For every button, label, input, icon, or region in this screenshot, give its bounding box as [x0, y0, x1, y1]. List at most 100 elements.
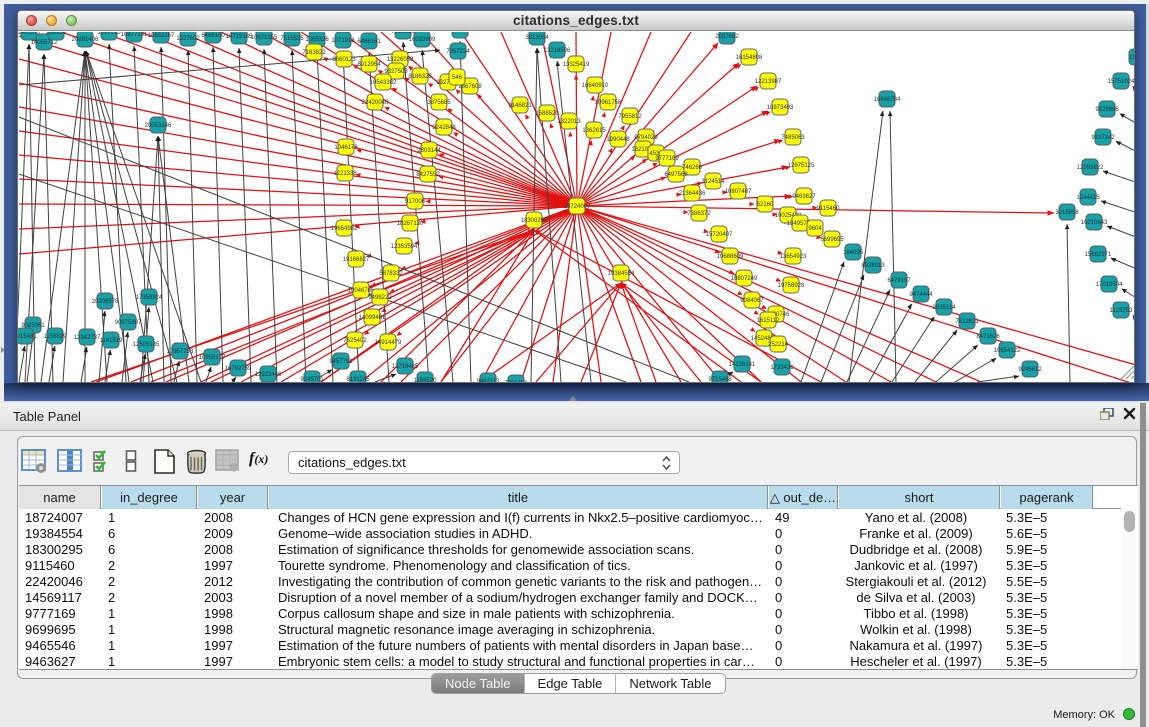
- svg-text:13654923: 13654923: [780, 254, 807, 260]
- svg-text:15720407: 15720407: [706, 232, 733, 238]
- svg-text:8938913: 8938913: [861, 263, 885, 269]
- svg-text:9227342: 9227342: [1091, 135, 1115, 141]
- svg-text:10973493: 10973493: [767, 105, 794, 111]
- svg-text:10977131: 10977131: [121, 32, 148, 38]
- svg-text:15751024: 15751024: [1108, 79, 1134, 85]
- svg-text:13226058: 13226058: [387, 57, 414, 63]
- svg-text:8131245: 8131245: [346, 377, 370, 382]
- svg-text:9462113: 9462113: [477, 379, 501, 382]
- svg-text:12093822: 12093822: [1077, 165, 1104, 171]
- svg-text:1221338: 1221338: [333, 171, 357, 177]
- svg-text:1046178: 1046178: [334, 145, 358, 151]
- svg-text:20053346: 20053346: [145, 123, 172, 129]
- svg-text:7386372: 7386372: [687, 211, 711, 217]
- svg-text:9084067: 9084067: [740, 298, 764, 304]
- svg-text:9498222: 9498222: [368, 295, 392, 301]
- svg-text:1128753: 1128753: [1110, 308, 1134, 314]
- svg-text:10958177: 10958177: [199, 355, 226, 361]
- svg-text:20891406: 20891406: [72, 37, 99, 43]
- svg-text:9777169: 9777169: [655, 156, 679, 162]
- svg-text:9329996: 9329996: [1095, 107, 1119, 113]
- svg-text:1733426: 1733426: [770, 365, 794, 371]
- svg-text:3813054: 3813054: [525, 35, 549, 41]
- svg-text:9715468: 9715468: [708, 377, 732, 382]
- svg-text:2087682: 2087682: [715, 34, 739, 40]
- svg-text:6466161: 6466161: [357, 39, 381, 45]
- svg-text:1141519: 1141519: [100, 338, 124, 344]
- svg-text:20206578: 20206578: [92, 299, 119, 305]
- svg-text:12213987: 12213987: [755, 79, 782, 85]
- svg-text:9115460: 9115460: [817, 206, 841, 212]
- svg-text:1244415: 1244415: [1076, 195, 1100, 201]
- svg-text:6699695: 6699695: [820, 237, 844, 243]
- svg-text:6497568: 6497568: [664, 172, 688, 178]
- svg-text:1327602: 1327602: [176, 36, 200, 42]
- svg-text:9242848: 9242848: [432, 125, 456, 131]
- svg-text:16640910: 16640910: [582, 83, 609, 89]
- svg-text:19756928: 19756928: [778, 283, 805, 289]
- svg-text:10653267: 10653267: [148, 33, 175, 39]
- svg-text:9457791: 9457791: [329, 359, 353, 365]
- svg-text:12342737: 12342737: [74, 335, 101, 341]
- svg-text:1032765: 1032765: [448, 32, 472, 34]
- svg-text:12505135: 12505135: [133, 342, 160, 348]
- svg-text:5878332: 5878332: [379, 271, 403, 277]
- svg-text:7632621: 7632621: [955, 319, 979, 325]
- svg-text:8912954: 8912954: [357, 62, 381, 68]
- svg-text:546: 546: [452, 75, 463, 81]
- svg-text:14099481: 14099481: [359, 315, 386, 321]
- svg-text:10671355: 10671355: [251, 35, 278, 41]
- svg-text:17359924: 17359924: [136, 295, 163, 301]
- svg-text:917006: 917006: [405, 199, 426, 205]
- svg-text:1184520: 1184520: [414, 378, 438, 382]
- svg-text:9474444: 9474444: [909, 292, 933, 298]
- svg-text:252214: 252214: [768, 342, 789, 348]
- svg-text:3215958: 3215958: [1055, 210, 1079, 216]
- svg-text:3875685: 3875685: [427, 100, 451, 106]
- svg-text:16033809: 16033809: [409, 37, 436, 43]
- svg-text:7781450: 7781450: [504, 381, 528, 382]
- svg-text:6479197: 6479197: [887, 278, 911, 284]
- svg-text:19166827: 19166827: [343, 257, 370, 263]
- svg-text:12975125: 12975125: [788, 163, 815, 169]
- svg-text:10046786: 10046786: [348, 288, 375, 294]
- svg-text:10719185: 10719185: [226, 34, 253, 40]
- svg-text:13716485: 13716485: [392, 364, 419, 370]
- svg-text:18300295: 18300295: [521, 218, 548, 224]
- svg-text:10961758: 10961758: [595, 100, 622, 106]
- svg-text:10543382: 10543382: [370, 80, 397, 86]
- svg-text:14055712: 14055712: [31, 40, 58, 46]
- svg-text:1615112: 1615112: [757, 318, 781, 324]
- svg-text:18267130: 18267130: [397, 221, 424, 227]
- svg-text:6466160: 6466160: [201, 33, 225, 39]
- svg-text:12353594: 12353594: [391, 244, 418, 250]
- svg-text:14914479: 14914479: [375, 340, 402, 346]
- svg-text:9245701: 9245701: [300, 377, 324, 382]
- svg-text:17010504: 17010504: [1096, 282, 1123, 288]
- svg-text:62160: 62160: [757, 202, 774, 208]
- svg-text:10654122: 10654122: [994, 348, 1021, 354]
- svg-text:9245612: 9245612: [1018, 367, 1042, 373]
- svg-text:1362615: 1362615: [582, 128, 606, 134]
- svg-text:7163822: 7163822: [302, 50, 326, 56]
- svg-text:7515521: 7515521: [391, 32, 415, 35]
- svg-text:14136141: 14136141: [729, 362, 756, 368]
- svg-text:16782759: 16782759: [225, 366, 252, 372]
- svg-text:12923446: 12923446: [255, 372, 282, 378]
- svg-text:7515525: 7515525: [280, 36, 304, 42]
- svg-text:18724007: 18724007: [564, 204, 591, 210]
- svg-text:15692971: 15692971: [1085, 252, 1112, 258]
- svg-text:16210643: 16210643: [1081, 220, 1108, 226]
- svg-text:7625402: 7625402: [343, 338, 367, 344]
- svg-text:10807487: 10807487: [725, 189, 752, 195]
- svg-text:3124514: 3124514: [701, 179, 725, 185]
- svg-text:1071918: 1071918: [331, 38, 355, 44]
- svg-text:16154808: 16154808: [736, 55, 763, 61]
- svg-text:21364436: 21364436: [679, 191, 706, 197]
- svg-text:9604: 9604: [808, 226, 822, 232]
- svg-text:18807249: 18807249: [731, 276, 758, 282]
- svg-text:7485063: 7485063: [781, 135, 805, 141]
- svg-text:7955812: 7955812: [618, 114, 642, 120]
- svg-text:8471626: 8471626: [976, 334, 1000, 340]
- svg-text:1065326: 1065326: [305, 37, 329, 43]
